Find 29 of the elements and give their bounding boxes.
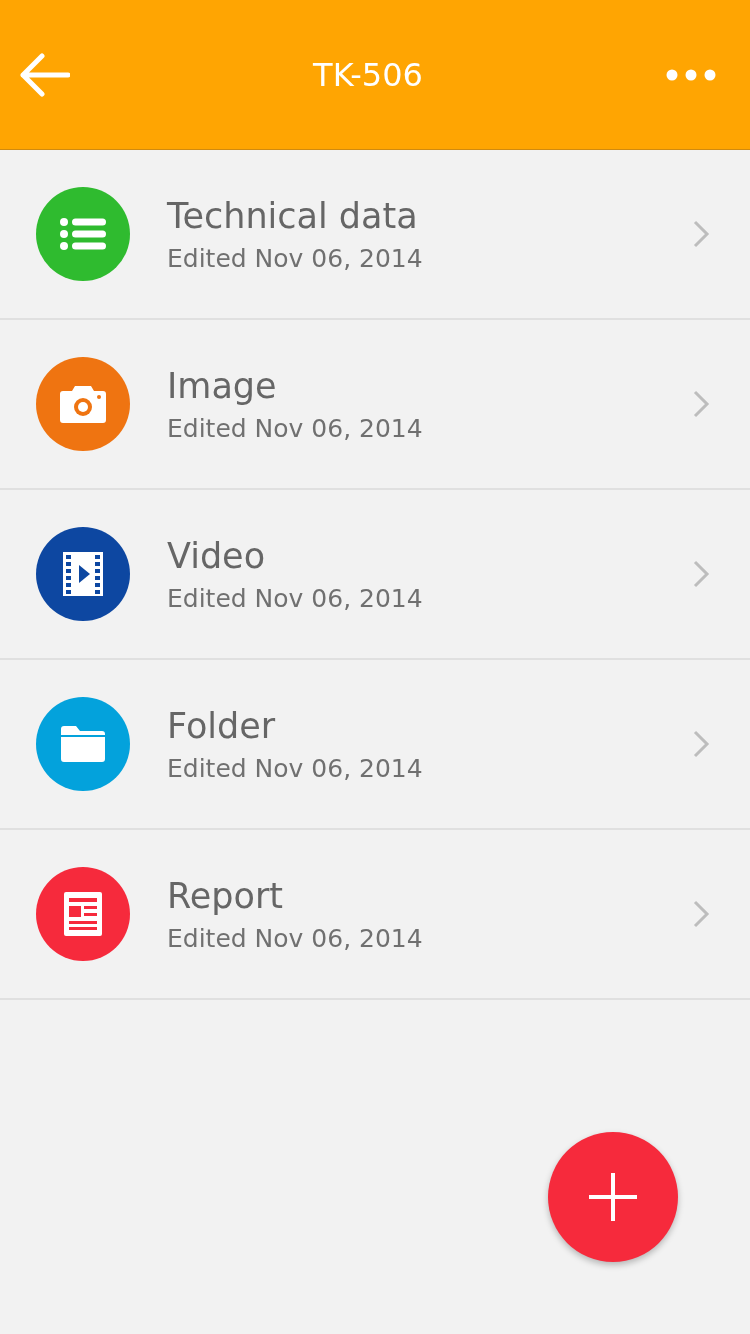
item-title: Video <box>167 535 267 576</box>
chevron-icon <box>692 219 710 249</box>
chevron-icon <box>692 559 710 589</box>
more-icon[interactable] <box>666 68 716 81</box>
folder-icon <box>59 725 107 763</box>
chevron-icon <box>692 729 710 759</box>
screen-title: TK-506 <box>313 55 423 94</box>
item-title: Report <box>167 875 285 916</box>
item-title: Technical data <box>167 195 419 236</box>
plus-icon <box>587 1171 639 1223</box>
item-date: Edited Nov 06, 2014 <box>167 413 424 443</box>
chevron-icon <box>692 899 710 929</box>
list-item[interactable]: Video Edited Nov 06, 2014 <box>0 490 750 660</box>
film-icon <box>62 551 104 597</box>
list-item[interactable]: Image Edited Nov 06, 2014 <box>0 320 750 490</box>
item-date: Edited Nov 06, 2014 <box>167 753 424 783</box>
list-item[interactable]: Folder Edited Nov 06, 2014 <box>0 660 750 830</box>
item-title: Folder <box>167 705 277 746</box>
document-icon <box>63 891 103 937</box>
camera-icon <box>59 384 107 424</box>
list-item[interactable]: Technical data Edited Nov 06, 2014 <box>0 150 750 320</box>
item-date: Edited Nov 06, 2014 <box>167 243 424 273</box>
back-icon[interactable] <box>18 52 70 97</box>
list-icon <box>59 217 107 251</box>
list-item[interactable]: Report Edited Nov 06, 2014 <box>0 830 750 1000</box>
chevron-icon <box>692 389 710 419</box>
item-date: Edited Nov 06, 2014 <box>167 923 424 953</box>
item-title: Image <box>167 365 278 406</box>
item-date: Edited Nov 06, 2014 <box>167 583 424 613</box>
